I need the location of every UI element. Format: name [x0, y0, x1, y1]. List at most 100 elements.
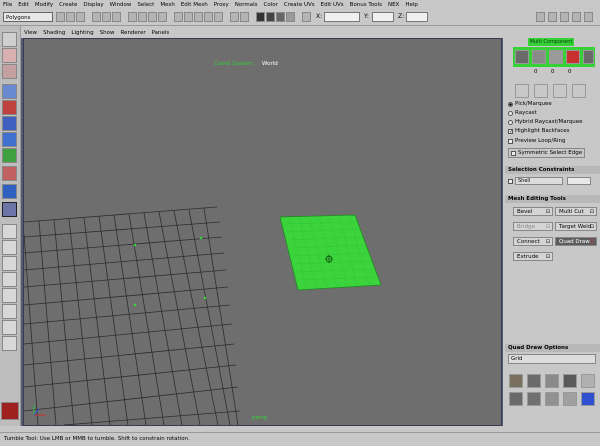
sculpt-brush-icon[interactable]: [509, 374, 523, 388]
tool-settings-icon[interactable]: [560, 12, 569, 22]
attribute-editor-icon[interactable]: [548, 12, 557, 22]
open-scene-icon[interactable]: [66, 12, 75, 22]
viewport-menu-renderer[interactable]: Renderer: [117, 30, 148, 36]
menu-nex[interactable]: NEX: [385, 2, 402, 8]
grayscale-head-icon[interactable]: [581, 374, 595, 388]
input-field-icon[interactable]: [302, 12, 311, 22]
menu-edit-mesh[interactable]: Edit Mesh: [178, 2, 211, 8]
multi-cut-button[interactable]: Multi Cut ⊡: [555, 207, 597, 216]
tool-reset-icon[interactable]: [572, 84, 586, 98]
paint-select-tool-icon[interactable]: [2, 64, 17, 79]
menu-modify[interactable]: Modify: [32, 2, 56, 8]
x-field[interactable]: [324, 12, 360, 22]
construction-history-icon[interactable]: [240, 12, 249, 22]
layer-editor-icon[interactable]: [584, 12, 593, 22]
option-highlight-backfaces[interactable]: ✓ Highlight Backfaces: [508, 128, 570, 134]
menu-color[interactable]: Color: [261, 2, 281, 8]
menu-edit[interactable]: Edit: [15, 2, 32, 8]
viewport-menu-show[interactable]: Show: [97, 30, 118, 36]
bust-light-icon[interactable]: [545, 392, 559, 406]
snap-grid-icon[interactable]: [174, 12, 183, 22]
edge-mode-icon[interactable]: [549, 50, 563, 64]
extrude-button[interactable]: Extrude ⊡: [513, 252, 553, 261]
four-view-layout-icon[interactable]: [2, 240, 17, 255]
y-field[interactable]: [372, 12, 394, 22]
bevel-button[interactable]: Bevel ⊡: [513, 207, 553, 216]
show-manipulator-icon[interactable]: [2, 166, 17, 181]
menu-bonus-tools[interactable]: Bonus Tools: [347, 2, 385, 8]
option-pick-marquee[interactable]: Pick/Marquee: [508, 101, 552, 107]
menu-create-uvs[interactable]: Create UVs: [281, 2, 318, 8]
object-mode-icon[interactable]: [515, 50, 529, 64]
history-icon[interactable]: [230, 12, 239, 22]
render-settings-icon[interactable]: [276, 12, 285, 22]
menu-normals[interactable]: Normals: [232, 2, 261, 8]
ipr-render-icon[interactable]: [266, 12, 275, 22]
viewport-menu-shading[interactable]: Shading: [40, 30, 68, 36]
quad-draw-button[interactable]: Quad Draw ⊡: [555, 237, 597, 246]
option-symmetric-select-edge[interactable]: Symmetric Select Edge: [508, 148, 586, 158]
scale-tool-icon[interactable]: [2, 116, 17, 131]
new-scene-icon[interactable]: [56, 12, 65, 22]
last-tool-icon[interactable]: [2, 184, 17, 199]
multi-mode-icon[interactable]: [583, 50, 594, 64]
option-raycast[interactable]: Raycast: [508, 110, 537, 116]
snap-plane-icon[interactable]: [204, 12, 213, 22]
hypershade-icon[interactable]: [286, 12, 295, 22]
menu-select[interactable]: Select: [134, 2, 157, 8]
viewport-menu-panels[interactable]: Panels: [149, 30, 173, 36]
dark-bust-icon[interactable]: [563, 374, 577, 388]
pick-face-icon[interactable]: [148, 12, 157, 22]
rotate-tool-icon[interactable]: [2, 100, 17, 115]
quad-draw-options-header[interactable]: Quad Draw Options: [505, 344, 600, 352]
dope-sheet-layout-icon[interactable]: [2, 336, 17, 351]
select-object-icon[interactable]: [102, 12, 111, 22]
hypergraph-layout-icon[interactable]: [2, 304, 17, 319]
constraint-dropdown[interactable]: Shell: [515, 177, 563, 185]
select-hierarchy-icon[interactable]: [92, 12, 101, 22]
viewport-canvas[interactable]: Coord System: World persp: [23, 38, 502, 426]
pick-vertex-icon[interactable]: [128, 12, 137, 22]
pick-edge-icon[interactable]: [138, 12, 147, 22]
select-arrow-icon[interactable]: [515, 84, 529, 98]
mannequin-icon[interactable]: [563, 392, 577, 406]
menu-help[interactable]: Help: [402, 2, 421, 8]
select-component-icon[interactable]: [112, 12, 121, 22]
save-scene-icon[interactable]: [76, 12, 85, 22]
head-bust-icon[interactable]: [527, 374, 541, 388]
menu-display[interactable]: Display: [80, 2, 106, 8]
marquee-icon[interactable]: [553, 84, 567, 98]
soft-mod-icon[interactable]: [2, 148, 17, 163]
active-tool-icon[interactable]: [2, 202, 17, 217]
z-field[interactable]: [406, 12, 428, 22]
graph-editor-layout-icon[interactable]: [2, 320, 17, 335]
select-tool-icon[interactable]: [2, 32, 17, 47]
face-sculpt-icon[interactable]: [545, 374, 559, 388]
menu-set-dropdown[interactable]: Polygons: [3, 12, 53, 22]
menu-file[interactable]: File: [0, 2, 15, 8]
single-perspective-layout-icon[interactable]: [2, 224, 17, 239]
snap-point-icon[interactable]: [194, 12, 203, 22]
universal-manipulator-icon[interactable]: [2, 132, 17, 147]
target-weld-button[interactable]: Target Weld ⊡: [555, 222, 597, 231]
vertex-mode-icon[interactable]: [532, 50, 546, 64]
constraint-value-field[interactable]: [567, 177, 591, 185]
persp-outliner-layout-icon[interactable]: [2, 272, 17, 287]
grid-dropdown[interactable]: Grid: [508, 354, 596, 364]
snap-curve-icon[interactable]: [184, 12, 193, 22]
bridge-button[interactable]: Bridge ⊡: [513, 222, 553, 231]
snap-surface-icon[interactable]: [214, 12, 223, 22]
lasso-tool-icon[interactable]: [2, 48, 17, 63]
viewport-menu-view[interactable]: View: [21, 30, 40, 36]
persp-graph-layout-icon[interactable]: [2, 256, 17, 271]
option-preview-loop-ring[interactable]: Preview Loop/Ring: [508, 138, 566, 144]
menu-mesh[interactable]: Mesh: [157, 2, 177, 8]
menu-proxy[interactable]: Proxy: [211, 2, 232, 8]
menu-edit-uvs[interactable]: Edit UVs: [318, 2, 347, 8]
pick-uv-icon[interactable]: [158, 12, 167, 22]
figure-icon[interactable]: [509, 392, 523, 406]
modeling-toolkit-icon[interactable]: [536, 12, 545, 22]
menu-window[interactable]: Window: [107, 2, 135, 8]
channel-box-icon[interactable]: [572, 12, 581, 22]
option-hybrid-raycast[interactable]: Hybrid Raycast/Marquee: [508, 119, 583, 125]
